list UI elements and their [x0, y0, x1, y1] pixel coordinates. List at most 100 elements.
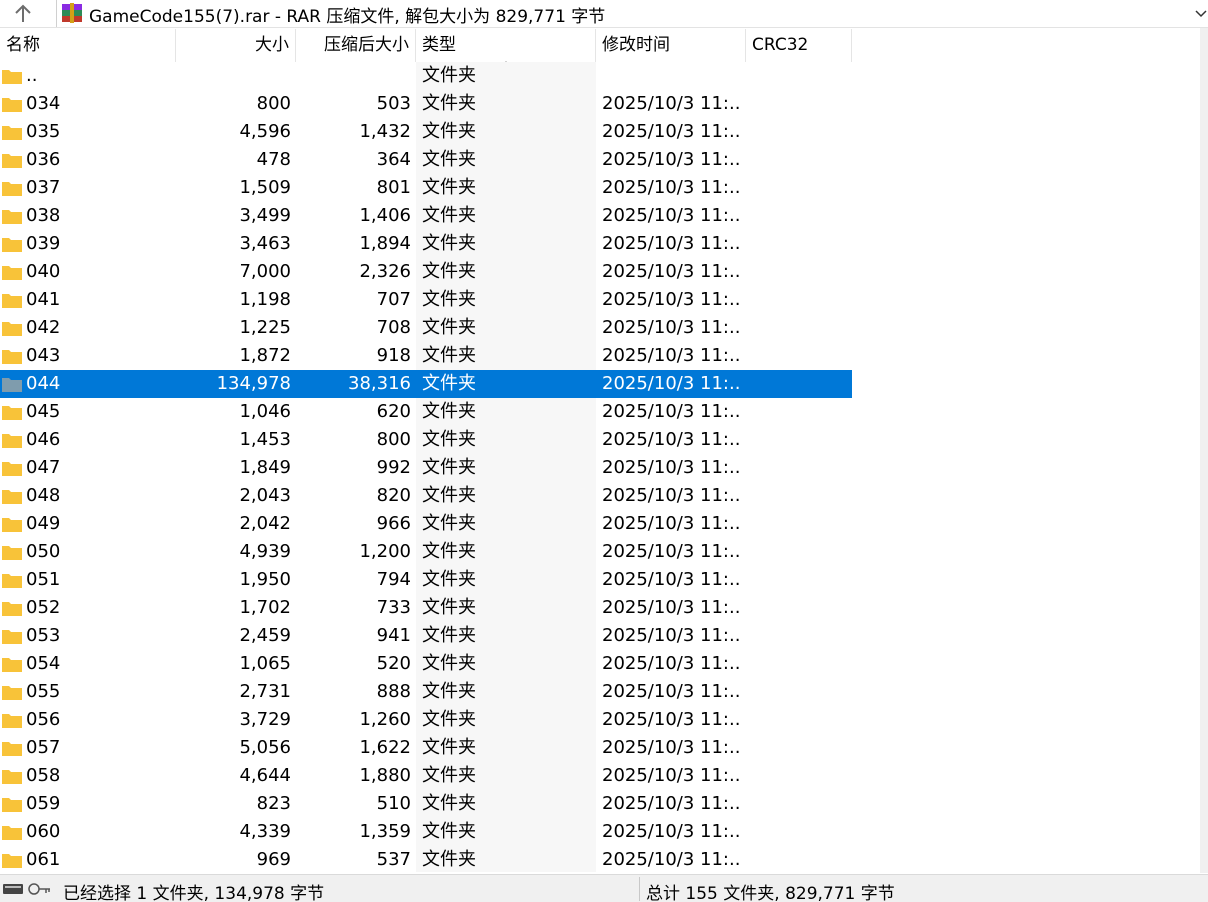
file-name: 052: [26, 597, 61, 618]
file-type: 文件夹: [422, 625, 476, 646]
folder-icon: [2, 770, 22, 784]
table-row[interactable]: 052 1,702 733 文件夹 2025/10/3 11:...: [0, 594, 852, 622]
file-name: 051: [26, 569, 61, 590]
table-row[interactable]: 038 3,499 1,406 文件夹 2025/10/3 11:...: [0, 202, 852, 230]
file-size: 1,702: [239, 597, 291, 618]
table-row[interactable]: 047 1,849 992 文件夹 2025/10/3 11:...: [0, 454, 852, 482]
file-type: 文件夹: [422, 289, 476, 310]
file-name: 046: [26, 429, 61, 450]
file-size: 1,509: [239, 177, 291, 198]
column-packed[interactable]: 压缩后大小: [296, 29, 416, 62]
file-type: 文件夹: [422, 93, 476, 114]
up-button[interactable]: [0, 0, 46, 27]
file-size: 134,978: [216, 373, 291, 394]
file-size: 5,056: [239, 737, 291, 758]
file-packed-size: 38,316: [348, 373, 411, 394]
parent-folder-row[interactable]: .. 文件夹: [0, 62, 852, 90]
file-name: 043: [26, 345, 61, 366]
table-row[interactable]: 058 4,644 1,880 文件夹 2025/10/3 11:...: [0, 762, 852, 790]
file-size: 1,198: [239, 289, 291, 310]
file-type: 文件夹: [422, 261, 476, 282]
table-row[interactable]: 050 4,939 1,200 文件夹 2025/10/3 11:...: [0, 538, 852, 566]
file-type: 文件夹: [422, 569, 476, 590]
status-total: 总计 155 文件夹, 829,771 字节: [646, 884, 895, 902]
file-modified: 2025/10/3 11:...: [602, 765, 742, 786]
file-name: 038: [26, 205, 61, 226]
file-modified: 2025/10/3 11:...: [602, 93, 742, 114]
archive-title: GameCode155(7).rar - RAR 压缩文件, 解包大小为 829…: [89, 7, 606, 27]
file-packed-size: 941: [376, 625, 411, 646]
file-packed-size: 794: [376, 569, 411, 590]
file-modified: 2025/10/3 11:...: [602, 793, 742, 814]
file-size: 800: [256, 93, 291, 114]
file-packed-size: 733: [376, 597, 411, 618]
table-row[interactable]: 046 1,453 800 文件夹 2025/10/3 11:...: [0, 426, 852, 454]
column-modified[interactable]: 修改时间: [596, 29, 746, 62]
file-name: 047: [26, 457, 61, 478]
file-size: 823: [256, 793, 291, 814]
table-row[interactable]: 040 7,000 2,326 文件夹 2025/10/3 11:...: [0, 258, 852, 286]
table-row[interactable]: 051 1,950 794 文件夹 2025/10/3 11:...: [0, 566, 852, 594]
file-packed-size: 1,359: [359, 821, 411, 842]
table-row[interactable]: 056 3,729 1,260 文件夹 2025/10/3 11:...: [0, 706, 852, 734]
table-row[interactable]: 049 2,042 966 文件夹 2025/10/3 11:...: [0, 510, 852, 538]
table-row[interactable]: 045 1,046 620 文件夹 2025/10/3 11:...: [0, 398, 852, 426]
table-row[interactable]: 039 3,463 1,894 文件夹 2025/10/3 11:...: [0, 230, 852, 258]
file-packed-size: 1,406: [359, 205, 411, 226]
vertical-scrollbar[interactable]: [1200, 28, 1208, 873]
column-size[interactable]: 大小: [176, 29, 296, 62]
file-name: 054: [26, 653, 61, 674]
file-type: 文件夹: [422, 485, 476, 506]
file-packed-size: 510: [376, 793, 411, 814]
table-row[interactable]: 057 5,056 1,622 文件夹 2025/10/3 11:...: [0, 734, 852, 762]
table-row[interactable]: 059 823 510 文件夹 2025/10/3 11:...: [0, 790, 852, 818]
file-size: 2,459: [239, 625, 291, 646]
file-type: 文件夹: [422, 709, 476, 730]
folder-icon: [2, 686, 22, 700]
file-packed-size: 707: [376, 289, 411, 310]
folder-icon: [2, 378, 22, 392]
file-modified: 2025/10/3 11:...: [602, 317, 742, 338]
table-row[interactable]: 043 1,872 918 文件夹 2025/10/3 11:...: [0, 342, 852, 370]
folder-icon: [2, 126, 22, 140]
drive-key-icon: [3, 883, 50, 895]
file-type: 文件夹: [422, 205, 476, 226]
table-row[interactable]: 060 4,339 1,359 文件夹 2025/10/3 11:...: [0, 818, 852, 846]
file-type: 文件夹: [422, 373, 476, 394]
file-packed-size: 620: [376, 401, 411, 422]
chevron-down-icon[interactable]: [1194, 4, 1208, 22]
file-type: 文件夹: [422, 541, 476, 562]
table-row[interactable]: 042 1,225 708 文件夹 2025/10/3 11:...: [0, 314, 852, 342]
table-row[interactable]: 035 4,596 1,432 文件夹 2025/10/3 11:...: [0, 118, 852, 146]
table-row[interactable]: 061 969 537 文件夹 2025/10/3 11:...: [0, 846, 852, 872]
file-name: 058: [26, 765, 61, 786]
file-name: 053: [26, 625, 61, 646]
table-row[interactable]: 034 800 503 文件夹 2025/10/3 11:...: [0, 90, 852, 118]
table-row[interactable]: 055 2,731 888 文件夹 2025/10/3 11:...: [0, 678, 852, 706]
rar-archive-icon: [62, 3, 82, 23]
table-row[interactable]: 054 1,065 520 文件夹 2025/10/3 11:...: [0, 650, 852, 678]
folder-icon: [2, 322, 22, 336]
table-row[interactable]: 041 1,198 707 文件夹 2025/10/3 11:...: [0, 286, 852, 314]
file-packed-size: 1,622: [359, 737, 411, 758]
table-row[interactable]: 044 134,978 38,316 文件夹 2025/10/3 11:...: [0, 370, 852, 398]
file-modified: 2025/10/3 11:...: [602, 121, 742, 142]
folder-icon: [2, 294, 22, 308]
table-row[interactable]: 048 2,043 820 文件夹 2025/10/3 11:...: [0, 482, 852, 510]
folder-icon: [2, 518, 22, 532]
file-type: 文件夹: [422, 737, 476, 758]
column-type[interactable]: 类型: [416, 29, 596, 62]
column-crc[interactable]: CRC32: [746, 29, 852, 62]
file-size: [176, 62, 291, 90]
table-row[interactable]: 037 1,509 801 文件夹 2025/10/3 11:...: [0, 174, 852, 202]
table-row[interactable]: 053 2,459 941 文件夹 2025/10/3 11:...: [0, 622, 852, 650]
folder-icon: [2, 350, 22, 364]
file-name: 061: [26, 849, 61, 870]
table-row[interactable]: 036 478 364 文件夹 2025/10/3 11:...: [0, 146, 852, 174]
file-modified: [602, 62, 742, 90]
column-name[interactable]: 名称: [0, 29, 176, 62]
folder-icon: [2, 210, 22, 224]
file-list[interactable]: .. 文件夹 034 800 503 文件夹 2025/10/3 11:... 035 4,59…: [0, 62, 1200, 872]
file-name: 045: [26, 401, 61, 422]
path-field[interactable]: GameCode155(7).rar - RAR 压缩文件, 解包大小为 829…: [56, 0, 1208, 27]
